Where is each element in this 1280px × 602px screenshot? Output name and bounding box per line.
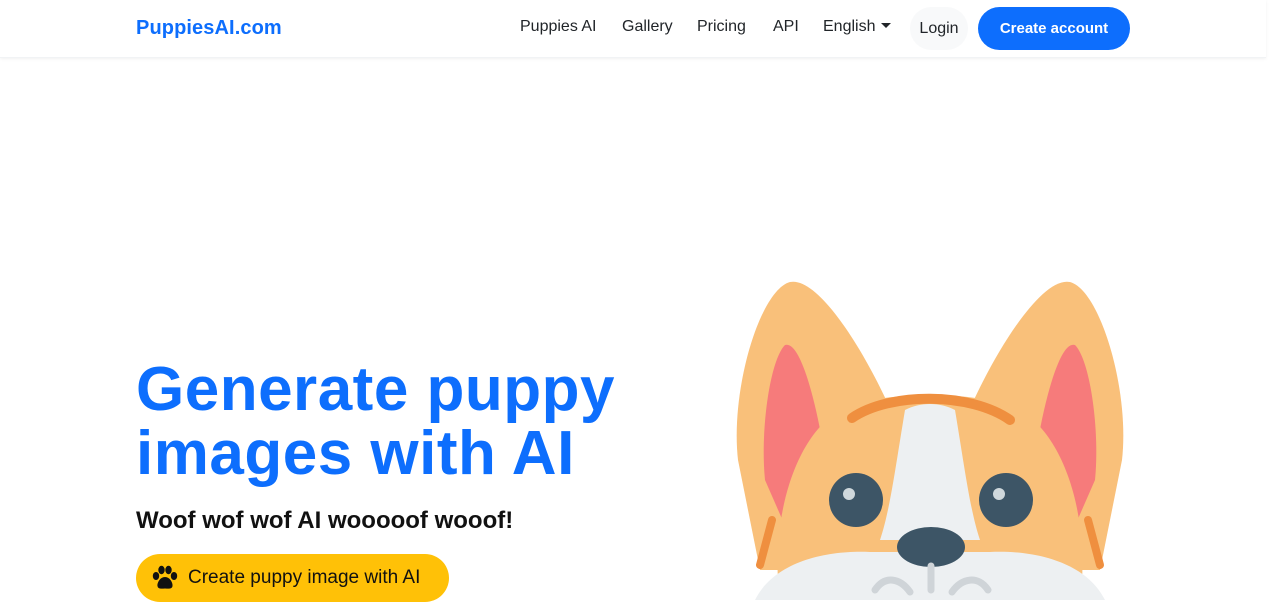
caret-down-icon	[881, 23, 892, 28]
create-account-button[interactable]: Create account	[978, 7, 1130, 50]
nav-link-puppies-ai[interactable]: Puppies AI	[520, 18, 597, 36]
cta-label: Create puppy image with AI	[188, 567, 421, 588]
paw-icon	[152, 565, 178, 589]
hero-title-line2: images with AI	[136, 419, 575, 488]
corgi-puppy-illustration	[736, 281, 1124, 600]
login-button[interactable]: Login	[910, 7, 968, 50]
top-navbar: PuppiesAI.com Puppies AI Gallery Pricing…	[0, 0, 1266, 58]
brand-logo-link[interactable]: PuppiesAI.com	[136, 17, 282, 40]
nav-link-api[interactable]: API	[773, 18, 799, 36]
create-puppy-image-button[interactable]: Create puppy image with AI	[136, 554, 449, 602]
hero-title: Generate puppy images with AI	[136, 358, 656, 486]
nav-link-gallery[interactable]: Gallery	[622, 18, 673, 36]
language-dropdown[interactable]: English	[823, 18, 892, 36]
hero-title-line1: Generate puppy	[136, 355, 615, 424]
hero-subtitle: Woof wof wof AI wooooof wooof!	[136, 507, 514, 534]
language-label: English	[823, 18, 876, 35]
nav-link-pricing[interactable]: Pricing	[697, 18, 746, 36]
